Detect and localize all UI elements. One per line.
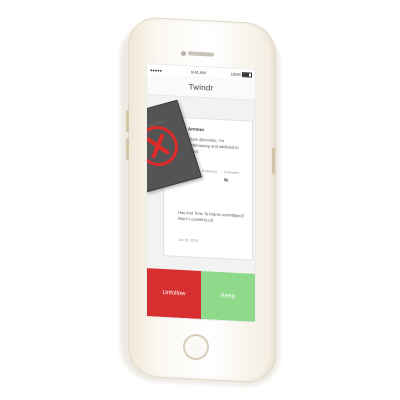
- x-circle-icon: [146, 121, 184, 171]
- battery-icon: [242, 72, 252, 78]
- app-title: Twindr: [188, 81, 214, 93]
- carrier-signal: ●●●●●: [150, 67, 163, 73]
- volume-down-button: [126, 138, 129, 160]
- battery-percent: 100%: [230, 71, 241, 78]
- unfollow-button[interactable]: Unfollow: [147, 268, 201, 319]
- followers-label: Followers: [224, 170, 239, 175]
- product-shot: ●●●●● 9:41 AM 100% Twindr Armour magicia…: [0, 0, 400, 400]
- status-time: 9:41 AM: [191, 69, 206, 76]
- card-stack: Armour magician @nonobo, I'm #growthhack…: [146, 95, 255, 274]
- home-button-icon[interactable]: [183, 334, 209, 360]
- profile-name: Armour: [188, 126, 205, 133]
- followers-count: 5k: [224, 177, 229, 183]
- tweet-date: Jan 02, 2015: [178, 237, 199, 243]
- power-button: [272, 148, 275, 174]
- battery-status: 100%: [231, 72, 252, 78]
- keep-button[interactable]: Keep: [201, 271, 255, 322]
- following-label: Following: [202, 169, 217, 174]
- front-camera: [181, 51, 186, 56]
- action-bar: Unfollow Keep: [147, 268, 255, 322]
- latest-tweet-text: Has And Time To http://t.co/tvNBjxeZl ht…: [178, 209, 244, 223]
- volume-up-button: [126, 110, 129, 132]
- phone-screen: ●●●●● 9:41 AM 100% Twindr Armour magicia…: [146, 63, 256, 323]
